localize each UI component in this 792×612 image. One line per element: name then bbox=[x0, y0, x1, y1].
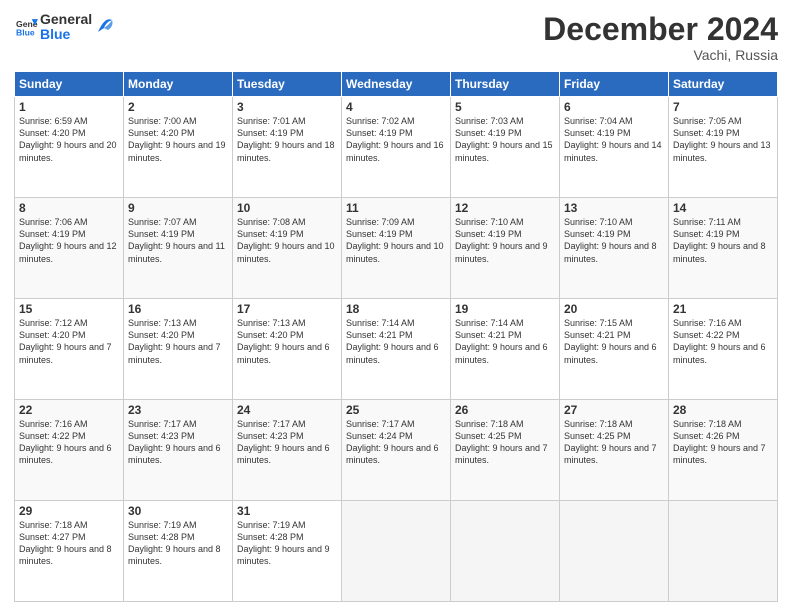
calendar-day-2: 2Sunrise: 7:00 AMSunset: 4:20 PMDaylight… bbox=[124, 97, 233, 198]
calendar-empty bbox=[342, 501, 451, 602]
logo-bird-icon bbox=[96, 14, 114, 36]
calendar-week-1: 1Sunrise: 6:59 AMSunset: 4:20 PMDaylight… bbox=[15, 97, 778, 198]
weekday-header-row: SundayMondayTuesdayWednesdayThursdayFrid… bbox=[15, 72, 778, 97]
calendar-day-17: 17Sunrise: 7:13 AMSunset: 4:20 PMDayligh… bbox=[233, 299, 342, 400]
calendar-day-9: 9Sunrise: 7:07 AMSunset: 4:19 PMDaylight… bbox=[124, 198, 233, 299]
calendar-day-26: 26Sunrise: 7:18 AMSunset: 4:25 PMDayligh… bbox=[451, 400, 560, 501]
header: General Blue General Blue December 2024 … bbox=[14, 12, 778, 63]
calendar-day-4: 4Sunrise: 7:02 AMSunset: 4:19 PMDaylight… bbox=[342, 97, 451, 198]
calendar-day-1: 1Sunrise: 6:59 AMSunset: 4:20 PMDaylight… bbox=[15, 97, 124, 198]
calendar-empty bbox=[451, 501, 560, 602]
calendar-day-8: 8Sunrise: 7:06 AMSunset: 4:19 PMDaylight… bbox=[15, 198, 124, 299]
month-title: December 2024 bbox=[543, 12, 778, 47]
logo-general: General bbox=[40, 12, 92, 27]
title-block: December 2024 Vachi, Russia bbox=[543, 12, 778, 63]
calendar-week-4: 22Sunrise: 7:16 AMSunset: 4:22 PMDayligh… bbox=[15, 400, 778, 501]
calendar-day-27: 27Sunrise: 7:18 AMSunset: 4:25 PMDayligh… bbox=[560, 400, 669, 501]
logo-blue: Blue bbox=[40, 27, 92, 42]
calendar-day-20: 20Sunrise: 7:15 AMSunset: 4:21 PMDayligh… bbox=[560, 299, 669, 400]
calendar-day-22: 22Sunrise: 7:16 AMSunset: 4:22 PMDayligh… bbox=[15, 400, 124, 501]
calendar-day-30: 30Sunrise: 7:19 AMSunset: 4:28 PMDayligh… bbox=[124, 501, 233, 602]
weekday-header-friday: Friday bbox=[560, 72, 669, 97]
calendar-empty bbox=[669, 501, 778, 602]
page: General Blue General Blue December 2024 … bbox=[0, 0, 792, 612]
calendar-day-21: 21Sunrise: 7:16 AMSunset: 4:22 PMDayligh… bbox=[669, 299, 778, 400]
calendar-day-15: 15Sunrise: 7:12 AMSunset: 4:20 PMDayligh… bbox=[15, 299, 124, 400]
calendar-day-25: 25Sunrise: 7:17 AMSunset: 4:24 PMDayligh… bbox=[342, 400, 451, 501]
calendar-week-2: 8Sunrise: 7:06 AMSunset: 4:19 PMDaylight… bbox=[15, 198, 778, 299]
weekday-header-thursday: Thursday bbox=[451, 72, 560, 97]
location: Vachi, Russia bbox=[543, 47, 778, 63]
calendar-day-28: 28Sunrise: 7:18 AMSunset: 4:26 PMDayligh… bbox=[669, 400, 778, 501]
calendar-day-12: 12Sunrise: 7:10 AMSunset: 4:19 PMDayligh… bbox=[451, 198, 560, 299]
calendar-day-14: 14Sunrise: 7:11 AMSunset: 4:19 PMDayligh… bbox=[669, 198, 778, 299]
calendar-day-23: 23Sunrise: 7:17 AMSunset: 4:23 PMDayligh… bbox=[124, 400, 233, 501]
calendar-day-16: 16Sunrise: 7:13 AMSunset: 4:20 PMDayligh… bbox=[124, 299, 233, 400]
weekday-header-sunday: Sunday bbox=[15, 72, 124, 97]
weekday-header-tuesday: Tuesday bbox=[233, 72, 342, 97]
calendar-day-18: 18Sunrise: 7:14 AMSunset: 4:21 PMDayligh… bbox=[342, 299, 451, 400]
calendar-empty bbox=[560, 501, 669, 602]
calendar-day-29: 29Sunrise: 7:18 AMSunset: 4:27 PMDayligh… bbox=[15, 501, 124, 602]
calendar-day-3: 3Sunrise: 7:01 AMSunset: 4:19 PMDaylight… bbox=[233, 97, 342, 198]
calendar-day-11: 11Sunrise: 7:09 AMSunset: 4:19 PMDayligh… bbox=[342, 198, 451, 299]
weekday-header-saturday: Saturday bbox=[669, 72, 778, 97]
calendar-day-5: 5Sunrise: 7:03 AMSunset: 4:19 PMDaylight… bbox=[451, 97, 560, 198]
calendar-day-10: 10Sunrise: 7:08 AMSunset: 4:19 PMDayligh… bbox=[233, 198, 342, 299]
logo: General Blue General Blue bbox=[14, 12, 114, 43]
logo-icon: General Blue bbox=[16, 16, 38, 38]
calendar-body: 1Sunrise: 6:59 AMSunset: 4:20 PMDaylight… bbox=[15, 97, 778, 602]
weekday-header-monday: Monday bbox=[124, 72, 233, 97]
calendar-day-24: 24Sunrise: 7:17 AMSunset: 4:23 PMDayligh… bbox=[233, 400, 342, 501]
calendar-day-19: 19Sunrise: 7:14 AMSunset: 4:21 PMDayligh… bbox=[451, 299, 560, 400]
weekday-header-wednesday: Wednesday bbox=[342, 72, 451, 97]
calendar-day-6: 6Sunrise: 7:04 AMSunset: 4:19 PMDaylight… bbox=[560, 97, 669, 198]
calendar-day-13: 13Sunrise: 7:10 AMSunset: 4:19 PMDayligh… bbox=[560, 198, 669, 299]
calendar-week-3: 15Sunrise: 7:12 AMSunset: 4:20 PMDayligh… bbox=[15, 299, 778, 400]
calendar-day-31: 31Sunrise: 7:19 AMSunset: 4:28 PMDayligh… bbox=[233, 501, 342, 602]
svg-text:Blue: Blue bbox=[16, 28, 35, 38]
calendar-table: SundayMondayTuesdayWednesdayThursdayFrid… bbox=[14, 71, 778, 602]
calendar-day-7: 7Sunrise: 7:05 AMSunset: 4:19 PMDaylight… bbox=[669, 97, 778, 198]
calendar-week-5: 29Sunrise: 7:18 AMSunset: 4:27 PMDayligh… bbox=[15, 501, 778, 602]
